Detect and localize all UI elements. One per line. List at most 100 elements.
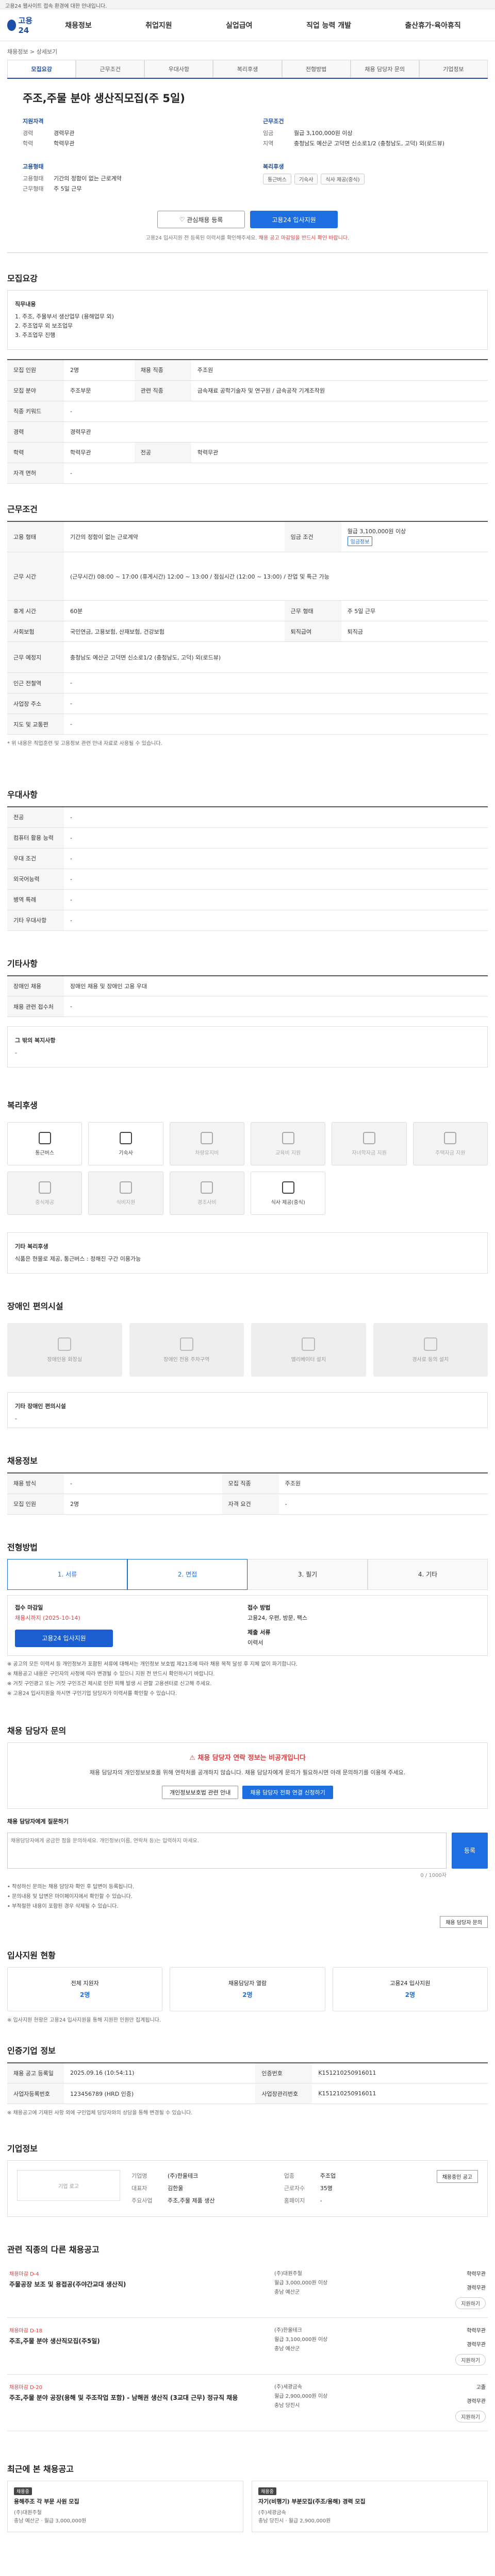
row-value: - bbox=[64, 869, 488, 890]
menu-item-support[interactable]: 취업지원 bbox=[143, 16, 174, 35]
job-apply-button[interactable]: 지원하기 bbox=[455, 2411, 486, 2422]
gift-icon bbox=[201, 1181, 213, 1194]
summary-value: 충청남도 예산군 고덕면 신소로1/2 (충청남도, 고덕) 외(로드뷰) bbox=[294, 140, 445, 147]
process-step: 2. 면접 bbox=[127, 1558, 248, 1590]
qa-submit-button[interactable]: 등록 bbox=[452, 1832, 488, 1869]
row-value: 장애인 채용 및 장애인 고용 우대 bbox=[64, 975, 488, 996]
table-row: 직종 키워드 - bbox=[7, 401, 488, 422]
job-title-link[interactable]: 주물공장 보조 및 용접공(주야간교대 생산직) bbox=[9, 2280, 264, 2289]
row-value: - bbox=[64, 1473, 222, 1494]
summary-label: 경력 bbox=[23, 130, 34, 137]
recent-job-card[interactable]: 채용중 용해주조 각 부문 사원 모집 (주)대원주철 충남 예산군 · 월급 3,0… bbox=[7, 2481, 243, 2532]
table-row: 채용 방식 - 모집 직종 주조원 bbox=[7, 1473, 488, 1494]
menu-item-benefit[interactable]: 실업급여 bbox=[224, 16, 255, 35]
apply-method-label: 접수 방법 bbox=[248, 1604, 271, 1611]
row-label: 전공 bbox=[134, 442, 191, 463]
job-wage: 월급 2,900,000원 이상 bbox=[274, 2394, 328, 2399]
job-apply-button[interactable]: 지원하기 bbox=[455, 2297, 486, 2309]
process-apply-button[interactable]: 고용24 입사지원 bbox=[15, 1629, 113, 1647]
table-row: 자격 면허 - bbox=[7, 463, 488, 484]
company-jobs-button[interactable]: 채용중인 공고 bbox=[436, 2170, 478, 2183]
section-title: 장애인 편의시설 bbox=[7, 1301, 63, 1311]
tab-welfare[interactable]: 복리후생 bbox=[213, 60, 282, 78]
row-label: 모집 직종 bbox=[222, 1473, 279, 1494]
company-field-label: 기업명 bbox=[131, 2173, 147, 2179]
menu-item-jobs[interactable]: 채용정보 bbox=[63, 16, 94, 35]
related-job-row[interactable]: 채용마감 D-18 주조,주물 분야 생산직모집(주5일) (주)한울테크 월급 3… bbox=[7, 2318, 488, 2375]
tab-recruit[interactable]: 모집요강 bbox=[7, 60, 76, 78]
summary-welfare-title: 복리후생 bbox=[263, 163, 284, 170]
tab-conditions[interactable]: 근무조건 bbox=[76, 60, 145, 78]
welfare-item: 교육비 지원 bbox=[250, 1122, 326, 1165]
meal-icon bbox=[38, 1181, 51, 1194]
call-request-button[interactable]: 채용 담당자 전화 연결 신청하기 bbox=[242, 1785, 333, 1799]
summary-label: 고용형태 bbox=[23, 175, 44, 182]
section-related-jobs: 관련 직종의 다른 채용공고 채용마감 D-4 주물공장 보조 및 용접공(주야간… bbox=[7, 2243, 488, 2431]
section-posting-info: 인증기업 정보 채용 공고 등록일 2025.09.16 (10:54:11) 인증… bbox=[7, 2044, 488, 2116]
section-disabled-facilities: 장애인 편의시설 장애인용 화장실 장애인 전용 주차구역 엘리베이터 설치 경… bbox=[7, 1299, 488, 1428]
apply-tip-warning: 채용 공고 마감일을 반드시 확인 바랍니다. bbox=[258, 235, 350, 241]
qa-textarea[interactable] bbox=[7, 1832, 447, 1869]
recent-title[interactable]: 자기(비행기) 부분모집(주조/용해) 경력 모집 bbox=[258, 2497, 481, 2506]
menu-item-leave[interactable]: 출산휴가·육아휴직 bbox=[403, 16, 463, 35]
job-title-link[interactable]: 주조,주물 분야 공장(용해 및 주조작업 포함) - 남해권 생산직 (3교대… bbox=[9, 2394, 264, 2402]
stat-label: 고용24 입사지원 bbox=[390, 1980, 431, 1987]
apply-button[interactable]: 고용24 입사지원 bbox=[250, 211, 338, 228]
row-value: 경력무관 bbox=[64, 421, 488, 443]
logo-text: 고용24 bbox=[18, 16, 33, 35]
row-label: 자격 면허 bbox=[7, 463, 64, 484]
job-title-link[interactable]: 주조,주물 분야 생산직모집(주5일) bbox=[9, 2337, 264, 2346]
row-label: 근무 형태 bbox=[284, 600, 341, 621]
coin-icon bbox=[119, 1181, 132, 1194]
summary-qualification: 지원자격 경력 경력무관 학력 학력무관 bbox=[23, 117, 232, 149]
job-career: 경력무관 bbox=[467, 2342, 486, 2348]
row-label: 기타 우대사항 bbox=[7, 910, 64, 931]
tab-qa[interactable]: 채용 담당자 문의 bbox=[350, 60, 419, 78]
apply-tip: 고용24 입사지원 전 등록된 이력서를 확인해주세요. 채용 공고 마감일을 … bbox=[23, 233, 472, 241]
car-icon bbox=[201, 1131, 213, 1144]
duty-line: 3. 주조업무 진행 bbox=[15, 332, 56, 338]
site-logo[interactable]: 고용24 bbox=[7, 10, 38, 41]
duty-title: 직무내용 bbox=[15, 301, 36, 308]
table-row: 사업자등록번호 123456789 (HRD 인증) 사업장관리번호 K1512102… bbox=[7, 2083, 488, 2104]
summary-value: 경력무관 bbox=[54, 130, 75, 137]
stat-card: 고용24 입사지원 2명 bbox=[332, 1967, 488, 2011]
welfare-label: 통근버스 bbox=[35, 1150, 55, 1156]
privacy-guide-button[interactable]: 개인정보보호법 관련 안내 bbox=[162, 1785, 239, 1799]
summary-value: 학력무관 bbox=[54, 140, 75, 147]
table-row: 채용 관련 접수처 - bbox=[7, 996, 488, 1017]
related-job-row[interactable]: 채용마감 D-20 주조,주물 분야 공장(용해 및 주조작업 포함) - 남해권… bbox=[7, 2375, 488, 2431]
tab-process[interactable]: 전형방법 bbox=[282, 60, 351, 78]
deadline-label: 접수 마감일 bbox=[15, 1604, 43, 1611]
summary-cond-title: 근무조건 bbox=[263, 118, 284, 125]
welfare-item: 자녀학자금 지원 bbox=[332, 1122, 407, 1165]
job-apply-button[interactable]: 지원하기 bbox=[455, 2354, 486, 2366]
qa-link-button[interactable]: 채용 담당자 문의 bbox=[440, 1916, 488, 1928]
bullet-line: ※ 채용공고 내용은 구인자의 사정에 따라 변경될 수 있으니 지원 전 반드… bbox=[7, 1671, 215, 1677]
recent-badge: 채용중 bbox=[14, 2487, 32, 2495]
qa-warning-text: 채용 담당자 연락 정보는 비공개입니다 bbox=[197, 1754, 306, 1762]
scrap-button[interactable]: ♡ 관심채용 등록 bbox=[157, 211, 245, 228]
menu-item-training[interactable]: 직업 능력 개발 bbox=[304, 16, 353, 35]
row-value: 2명 bbox=[64, 1494, 222, 1515]
welfare-label: 중식제공 bbox=[35, 1199, 55, 1206]
table-row: 우대 조건 - bbox=[7, 848, 488, 869]
process-step: 4. 기타 bbox=[368, 1558, 488, 1590]
notice-bar: 고용24 웹사이트 접속 환경에 대한 안내입니다. bbox=[0, 0, 495, 9]
company-field-label: 홈페이지 bbox=[284, 2197, 305, 2204]
wage-info-tag[interactable]: 임금정보 bbox=[347, 536, 373, 547]
house-icon bbox=[444, 1131, 457, 1144]
duty-line: 2. 주조업무 외 보조업무 bbox=[15, 323, 73, 329]
row-label: 모집 분야 bbox=[7, 380, 64, 401]
recent-company: (주)대원주철 bbox=[14, 2510, 42, 2516]
row-label: 자격 요건 bbox=[222, 1494, 279, 1515]
tab-company[interactable]: 기업정보 bbox=[419, 60, 488, 78]
qa-note-line: • 작성하신 문의는 채용 담당자 확인 후 답변이 등록됩니다. bbox=[7, 1884, 135, 1890]
related-job-row[interactable]: 채용마감 D-4 주물공장 보조 및 용접공(주야간교대 생산직) (주)대원주철… bbox=[7, 2261, 488, 2318]
recent-job-card[interactable]: 채용중 자기(비행기) 부분모집(주조/용해) 경력 모집 (주)세광금속 충남 당진… bbox=[252, 2481, 488, 2532]
recent-title[interactable]: 용해주조 각 부문 사원 모집 bbox=[14, 2497, 237, 2506]
tab-prefer[interactable]: 우대사항 bbox=[144, 60, 213, 78]
table-row: 외국어능력 - bbox=[7, 869, 488, 890]
stats-note: ※ 입사지원 현황은 고용24 입사지원을 통해 지원한 인원만 집계됩니다. bbox=[7, 2017, 161, 2023]
section-title: 근무조건 bbox=[7, 504, 38, 514]
